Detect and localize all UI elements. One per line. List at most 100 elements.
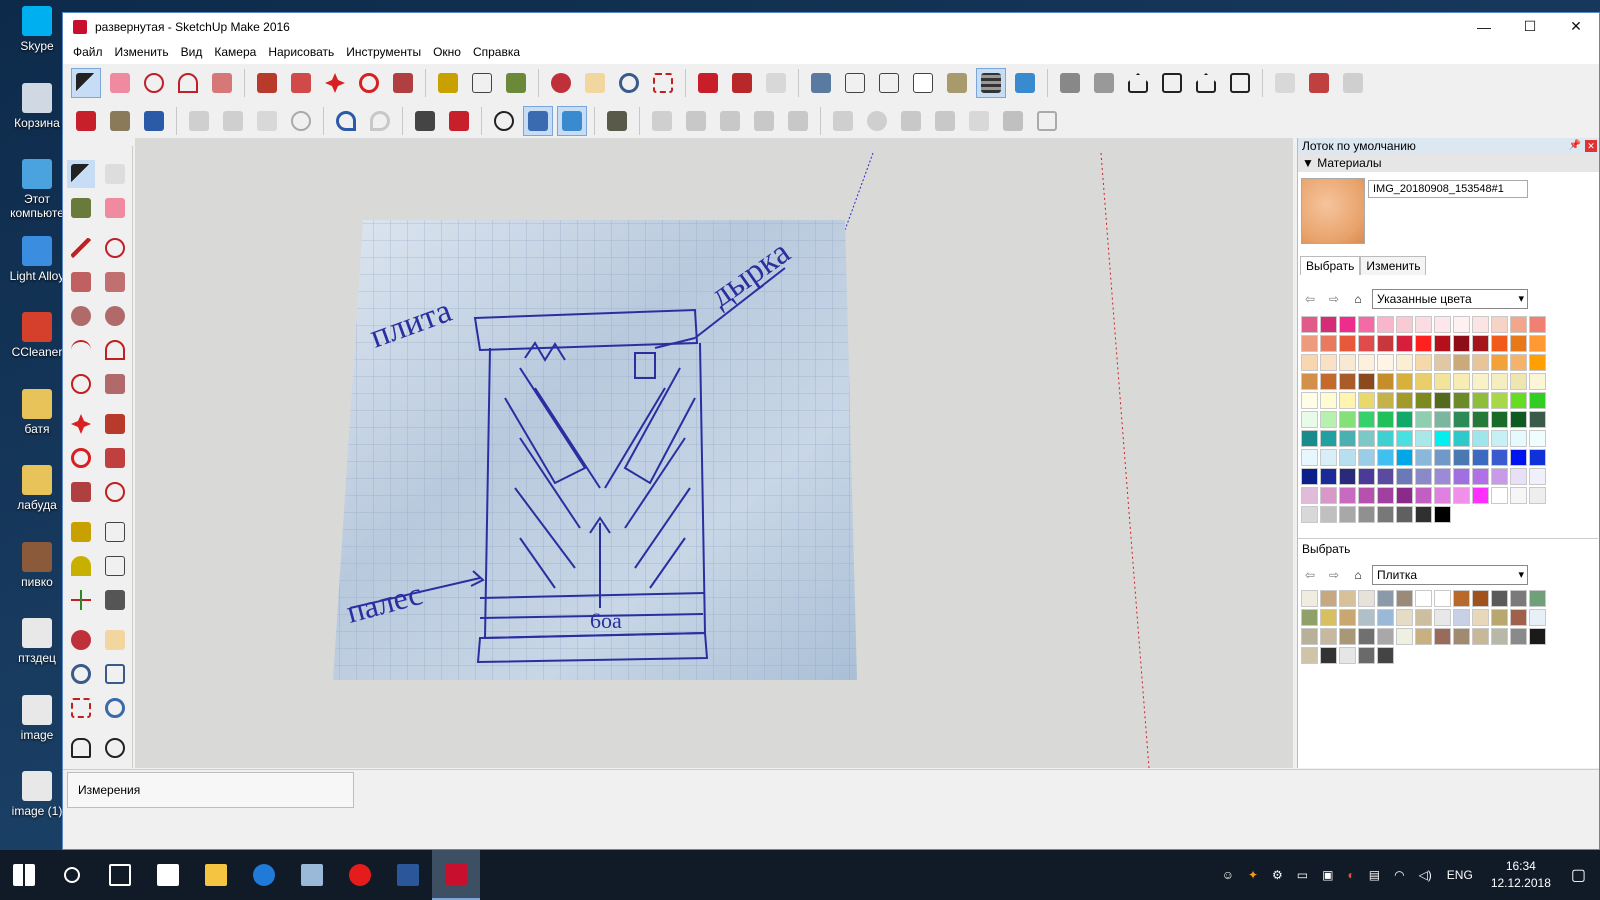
color-swatch[interactable] [1529, 487, 1546, 504]
menu-tools[interactable]: Инструменты [340, 45, 427, 59]
color-swatch[interactable] [1491, 411, 1508, 428]
texture-swatch[interactable] [1301, 628, 1318, 645]
color-swatch[interactable] [1377, 468, 1394, 485]
zoom-extents-button[interactable] [648, 68, 678, 98]
orbit-tool[interactable] [67, 626, 95, 654]
color-swatch[interactable] [1339, 354, 1356, 371]
material-name-field[interactable]: IMG_20180908_153548#1 [1368, 180, 1528, 198]
open-file-button[interactable] [105, 106, 135, 136]
monochrome-style-button[interactable] [1010, 68, 1040, 98]
clock[interactable]: 16:34 12.12.2018 [1491, 858, 1551, 892]
color-swatch[interactable] [1396, 468, 1413, 485]
color-swatch[interactable] [1377, 449, 1394, 466]
top-view-button[interactable] [1089, 68, 1119, 98]
taskbar-edge[interactable] [240, 850, 288, 900]
texture-swatch[interactable] [1377, 590, 1394, 607]
texture-swatch[interactable] [1320, 647, 1337, 664]
texture-swatch[interactable] [1434, 628, 1451, 645]
scale-tool[interactable] [67, 478, 95, 506]
texture-swatch[interactable] [1377, 609, 1394, 626]
rotate-tool[interactable] [67, 444, 95, 472]
solid-intersect-button[interactable] [681, 106, 711, 136]
paint-bucket-tool-button[interactable] [501, 68, 531, 98]
color-swatch[interactable] [1434, 449, 1451, 466]
texture-swatch[interactable] [1529, 590, 1546, 607]
color-swatch[interactable] [1472, 392, 1489, 409]
color-swatch[interactable] [1510, 430, 1527, 447]
color-swatch[interactable] [1396, 487, 1413, 504]
eraser-tool-button[interactable] [105, 68, 135, 98]
color-swatch[interactable] [1434, 335, 1451, 352]
save-file-button[interactable] [139, 106, 169, 136]
color-swatch[interactable] [1434, 430, 1451, 447]
color-swatch[interactable] [1510, 354, 1527, 371]
color-swatch[interactable] [1396, 506, 1413, 523]
model-info-button[interactable] [444, 106, 474, 136]
color-swatch[interactable] [1472, 449, 1489, 466]
menu-help[interactable]: Справка [467, 45, 526, 59]
color-swatch[interactable] [1339, 449, 1356, 466]
color-swatch[interactable] [1358, 316, 1375, 333]
texture-swatch[interactable] [1453, 609, 1470, 626]
add-location-button[interactable] [828, 106, 858, 136]
color-swatch[interactable] [1491, 449, 1508, 466]
back-arrow-icon[interactable]: ⇦ [1300, 565, 1320, 585]
color-swatch[interactable] [1301, 449, 1318, 466]
texture-swatch[interactable] [1339, 647, 1356, 664]
solid-outer-shell-button[interactable] [647, 106, 677, 136]
color-swatch[interactable] [1301, 316, 1318, 333]
redo-button[interactable] [365, 106, 395, 136]
monitor-icon[interactable]: ▣ [1322, 868, 1333, 882]
texture-swatch[interactable] [1320, 590, 1337, 607]
materials-section-header[interactable]: ▼ Материалы [1298, 154, 1599, 172]
section-fill-button[interactable] [1032, 106, 1062, 136]
color-swatch[interactable] [1434, 392, 1451, 409]
eraser-tool[interactable] [101, 194, 129, 222]
settings-tray-icon[interactable]: ⚙ [1272, 868, 1283, 882]
menu-edit[interactable]: Изменить [109, 45, 175, 59]
perspective-button[interactable] [523, 106, 553, 136]
select-tool[interactable] [67, 160, 95, 188]
rotate-tool-button[interactable] [354, 68, 384, 98]
solid-union-button[interactable] [715, 106, 745, 136]
color-swatch[interactable] [1472, 468, 1489, 485]
tab-select[interactable]: Выбрать [1300, 256, 1361, 275]
color-swatch[interactable] [1358, 392, 1375, 409]
axes-tool[interactable] [67, 586, 95, 614]
color-swatch[interactable] [1453, 468, 1470, 485]
color-swatch[interactable] [1339, 392, 1356, 409]
color-swatch[interactable] [1320, 506, 1337, 523]
color-swatch[interactable] [1301, 335, 1318, 352]
follow-me-tool-button[interactable] [286, 68, 316, 98]
xray-style-button[interactable] [806, 68, 836, 98]
color-swatch[interactable] [1453, 335, 1470, 352]
ccleaner-tray-icon[interactable]: ◐ [1347, 868, 1354, 882]
color-swatch[interactable] [1510, 316, 1527, 333]
texture-swatch[interactable] [1320, 628, 1337, 645]
line-tool[interactable] [67, 234, 95, 262]
color-swatch[interactable] [1434, 373, 1451, 390]
texture-swatch[interactable] [1434, 590, 1451, 607]
tray-close-icon[interactable]: ✕ [1585, 140, 1597, 152]
3d-text-tool[interactable] [101, 586, 129, 614]
color-swatch[interactable] [1339, 411, 1356, 428]
texture-swatch[interactable] [1510, 609, 1527, 626]
color-swatch[interactable] [1510, 373, 1527, 390]
protractor-tool[interactable] [67, 552, 95, 580]
texture-swatch[interactable] [1529, 609, 1546, 626]
pan-tool-button[interactable] [580, 68, 610, 98]
color-swatch[interactable] [1377, 335, 1394, 352]
color-swatch[interactable] [1434, 411, 1451, 428]
two-point-arc-tool[interactable] [101, 336, 129, 364]
color-swatch[interactable] [1415, 335, 1432, 352]
front-view-button[interactable] [1123, 68, 1153, 98]
forward-arrow-icon[interactable]: ⇨ [1324, 289, 1344, 309]
color-swatch[interactable] [1434, 468, 1451, 485]
texture-swatch[interactable] [1472, 590, 1489, 607]
color-swatch[interactable] [1396, 449, 1413, 466]
measurements-box[interactable]: Измерения [67, 772, 354, 808]
color-swatch[interactable] [1377, 487, 1394, 504]
texture-swatch[interactable] [1377, 628, 1394, 645]
color-swatch[interactable] [1396, 335, 1413, 352]
texture-swatch[interactable] [1453, 590, 1470, 607]
